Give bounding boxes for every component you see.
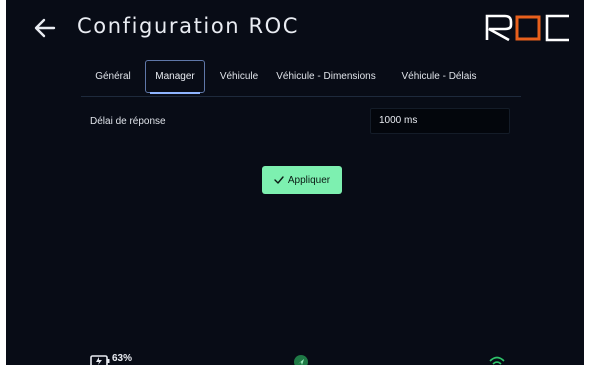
response-delay-label: Délai de réponse (90, 116, 166, 127)
response-delay-input[interactable]: 1000 ms (370, 108, 510, 134)
back-button[interactable] (32, 16, 58, 40)
tab-bar: Général Manager Véhicule Véhicule - Dime… (81, 60, 521, 97)
check-icon (274, 176, 284, 184)
battery-charging-icon (90, 355, 110, 365)
tab-general[interactable]: Général (89, 60, 137, 93)
tab-vehicule-dimensions[interactable]: Véhicule - Dimensions (271, 60, 381, 93)
apply-button-label: Appliquer (287, 174, 331, 186)
tab-vehicule-delais[interactable]: Véhicule - Délais (393, 60, 485, 93)
navigation-icon (294, 355, 308, 365)
arrow-left-icon (34, 18, 56, 38)
wifi-icon (489, 356, 505, 365)
roc-logo (485, 14, 571, 42)
page-title: Configuration ROC (77, 14, 300, 38)
tab-manager[interactable]: Manager (145, 60, 205, 94)
tab-vehicule[interactable]: Véhicule (213, 60, 265, 93)
status-bar: 63% (6, 352, 584, 365)
apply-button[interactable]: Appliquer (262, 166, 342, 194)
battery-level: 63% (112, 353, 133, 364)
app-screen: Configuration ROC Général Manager Véhicu… (6, 0, 584, 365)
